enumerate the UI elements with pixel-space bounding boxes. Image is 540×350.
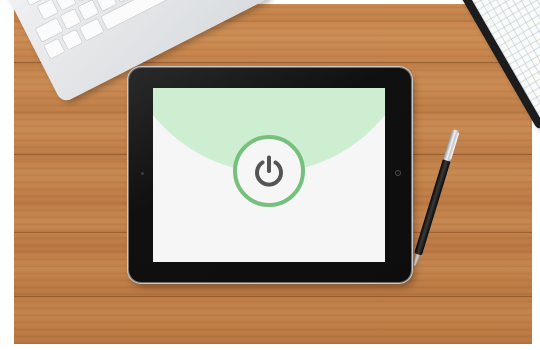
front-camera (141, 172, 144, 175)
photo-scene (0, 0, 540, 350)
home-button[interactable] (395, 170, 401, 176)
tablet-screen (153, 88, 385, 262)
power-icon (255, 155, 283, 187)
tablet (129, 68, 411, 282)
power-button[interactable] (233, 135, 305, 207)
